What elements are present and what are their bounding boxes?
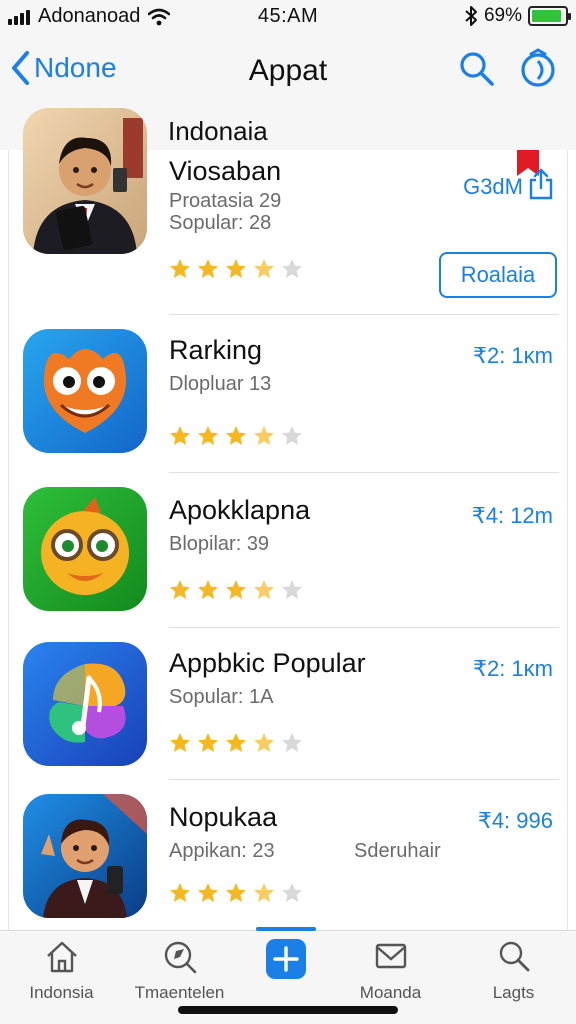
rating-stars bbox=[169, 882, 303, 904]
list-item[interactable]: Apokklapna Blopilar: 39 ₹4: 12m bbox=[9, 473, 569, 628]
app-name: Rarking bbox=[169, 335, 263, 365]
mail-icon bbox=[375, 943, 406, 969]
tab-search[interactable]: Lagts bbox=[456, 939, 571, 1003]
app-list: Viosaban Proatasia 29 Sopular: 28 G3dM R… bbox=[8, 108, 569, 930]
battery-icon bbox=[528, 6, 571, 26]
star-icon bbox=[282, 580, 302, 599]
tab-home[interactable]: Indonsia bbox=[4, 939, 119, 1003]
app-name: Apokklapna bbox=[169, 495, 311, 525]
tab-label: Tmaentelen bbox=[134, 983, 225, 1002]
star-icon bbox=[198, 733, 218, 752]
app-extra-label: Sderuhair bbox=[354, 840, 441, 862]
app-subtitle: Dlopluar 13 bbox=[169, 373, 272, 395]
star-icon bbox=[198, 259, 218, 278]
home-indicator bbox=[178, 1006, 398, 1014]
app-subtitle: Appikan: 23 bbox=[169, 840, 275, 862]
add-button[interactable] bbox=[266, 939, 306, 979]
bird-with-glasses-icon bbox=[23, 487, 147, 611]
price-button[interactable]: ₹4: 12m bbox=[472, 503, 553, 529]
app-name: Viosaban bbox=[169, 156, 282, 186]
explore-icon bbox=[164, 941, 196, 974]
tab-selection-indicator bbox=[256, 927, 316, 931]
list-item[interactable]: Rarking Dlopluar 13 ₹2: 1ĸm bbox=[9, 315, 569, 473]
star-icon bbox=[170, 259, 190, 278]
price-button[interactable]: ₹4: 996 bbox=[478, 808, 553, 834]
rating-stars bbox=[169, 732, 303, 754]
star-icon bbox=[254, 580, 274, 599]
star-icon bbox=[254, 426, 274, 445]
tab-label: Indonsia bbox=[29, 983, 94, 1002]
share-icon[interactable] bbox=[527, 168, 555, 200]
app-name: Appbkic Popular bbox=[169, 648, 366, 678]
tab-explore[interactable]: Tmaentelen bbox=[122, 939, 237, 1003]
price-button[interactable]: ₹2: 1ĸm bbox=[473, 343, 553, 369]
battery-fill bbox=[532, 10, 561, 22]
star-icon bbox=[282, 426, 302, 445]
section-header: Indonaia bbox=[168, 116, 268, 146]
tab-mail[interactable]: Moanda bbox=[333, 939, 448, 1003]
colorful-music-note-icon bbox=[23, 642, 147, 766]
rating-stars bbox=[169, 258, 303, 280]
star-icon bbox=[170, 580, 190, 599]
app-subtitle: Proatasia 29 bbox=[169, 190, 282, 212]
home-icon bbox=[46, 941, 77, 973]
price-button[interactable]: ₹2: 1ĸm bbox=[473, 656, 553, 682]
open-button[interactable]: Roalaia bbox=[439, 252, 557, 298]
star-icon bbox=[170, 733, 190, 752]
star-icon bbox=[226, 426, 246, 445]
star-icon bbox=[170, 426, 190, 445]
tab-label: Lagts bbox=[492, 983, 535, 1002]
search-icon bbox=[499, 941, 529, 972]
star-icon bbox=[282, 259, 302, 278]
rating-stars bbox=[169, 425, 303, 447]
app-name: Nopukaa bbox=[169, 802, 278, 832]
star-icon bbox=[226, 259, 246, 278]
battery-percent: 69% bbox=[483, 5, 522, 26]
rating-stars bbox=[169, 579, 303, 601]
bluetooth-icon bbox=[465, 6, 477, 26]
tab-label: Moanda bbox=[359, 983, 422, 1002]
orange-monster-icon bbox=[23, 329, 147, 453]
star-icon bbox=[254, 883, 274, 902]
app-subtitle: Sopular: 1A bbox=[169, 686, 274, 708]
star-icon bbox=[254, 259, 274, 278]
star-icon bbox=[282, 883, 302, 902]
star-icon bbox=[198, 580, 218, 599]
app-subtitle: Blopilar: 39 bbox=[169, 533, 270, 555]
account-icon[interactable] bbox=[518, 48, 558, 88]
star-icon bbox=[198, 426, 218, 445]
cartoon-boy-phone-icon bbox=[23, 794, 147, 918]
star-icon bbox=[226, 580, 246, 599]
status-right: 69% bbox=[464, 5, 571, 27]
star-icon bbox=[170, 883, 190, 902]
list-item[interactable]: Viosaban Proatasia 29 Sopular: 28 G3dM R… bbox=[9, 108, 569, 315]
price-button[interactable]: G3dM bbox=[463, 174, 523, 200]
list-item[interactable]: Appbkic Popular Sopular: 1A ₹2: 1ĸm bbox=[9, 628, 569, 780]
star-icon bbox=[198, 883, 218, 902]
star-icon bbox=[226, 883, 246, 902]
status-bar: Adonanoad 45:AM 69% bbox=[0, 0, 576, 34]
boy-in-suit-icon bbox=[23, 108, 147, 254]
star-icon bbox=[282, 733, 302, 752]
add-icon bbox=[273, 946, 299, 972]
app-subtitle: Sopular: 28 bbox=[169, 212, 272, 234]
list-item[interactable]: Nopukaa Appikan: 23 Sderuhair ₹4: 996 bbox=[9, 780, 569, 930]
star-icon bbox=[254, 733, 274, 752]
search-icon[interactable] bbox=[458, 50, 496, 88]
star-icon bbox=[226, 733, 246, 752]
